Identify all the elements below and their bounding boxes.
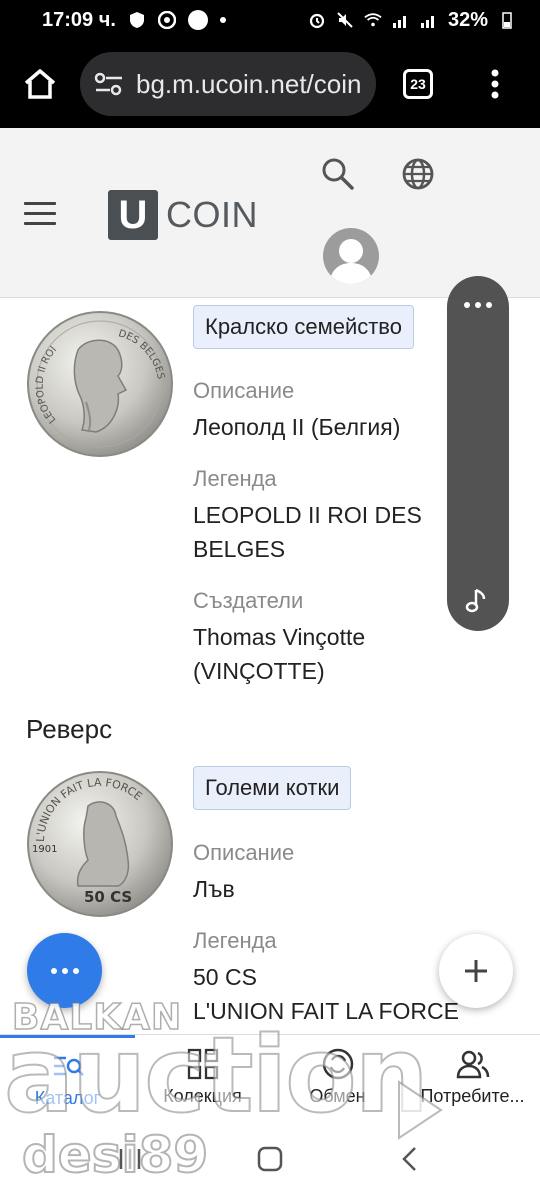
floating-side-panel[interactable] (447, 276, 509, 631)
site-header: U COIN (0, 128, 540, 298)
site-settings-icon[interactable] (94, 72, 124, 96)
watermark-user: desi89 (21, 1125, 209, 1185)
reverse-coin-image: L'UNION FAIT LA FORCE 1901 50 CS (27, 771, 173, 917)
reverse-coin-value: 50 CS (84, 888, 132, 906)
plus-icon (465, 960, 487, 982)
globe-icon[interactable] (398, 154, 438, 194)
obverse-description-value: Леополд II (Белгия) (193, 410, 400, 444)
browser-menu-button[interactable] (460, 40, 530, 128)
reverse-legend-label: Легенда (193, 928, 277, 953)
more-notifications-icon (219, 17, 226, 23)
obverse-legend-label: Легенда (193, 466, 277, 491)
more-vert-icon (491, 69, 499, 99)
alarm-icon (308, 11, 326, 29)
avatar[interactable] (323, 228, 379, 284)
menu-icon[interactable] (24, 202, 56, 226)
watermark-arrow-icon (398, 1080, 443, 1140)
reverse-tag[interactable]: Големи котки (193, 766, 352, 810)
obverse-tag[interactable]: Кралско семейство (193, 305, 414, 349)
users-icon (456, 1050, 489, 1079)
obverse-coin-image: LEOPOLD II ROI DES BELGES (27, 311, 173, 457)
wifi-icon (364, 11, 382, 29)
reverse-title: Реверс (26, 714, 113, 744)
browser-toolbar: bg.m.ucoin.net/coin 23 (0, 40, 540, 128)
reverse-coin-year: 1901 (32, 844, 57, 855)
signal-icon (392, 11, 410, 29)
shield-icon (128, 11, 146, 29)
address-bar[interactable]: bg.m.ucoin.net/coin (80, 52, 376, 116)
status-bar: 17:09 ч. 32% (0, 0, 540, 40)
ucoin-logo[interactable]: U COIN (108, 190, 258, 240)
obverse-creators-line2: (VINÇOTTE) (193, 658, 325, 684)
tab-count: 23 (403, 69, 433, 99)
url-text: bg.m.ucoin.net/coin (136, 68, 362, 99)
obverse-creators-label: Създатели (193, 588, 304, 613)
obverse-description-label: Описание (193, 378, 295, 403)
logo-box: U (108, 190, 158, 240)
mute-icon (336, 11, 354, 29)
signal-2-icon (420, 11, 438, 29)
status-time: 17:09 ч. (42, 8, 116, 31)
panel-more-icon[interactable] (447, 290, 509, 320)
home-button[interactable] (0, 40, 80, 128)
battery-icon (498, 11, 516, 29)
home-nav-icon[interactable] (255, 1144, 285, 1174)
battery-percent: 32% (447, 8, 488, 31)
logo-text: COIN (166, 194, 258, 235)
chrome-icon (157, 11, 176, 29)
add-button[interactable] (439, 934, 513, 1008)
search-icon[interactable] (318, 154, 358, 194)
reverse-description-label: Описание (193, 840, 295, 865)
home-icon (24, 69, 56, 99)
tab-switcher-button[interactable]: 23 (376, 40, 460, 128)
reverse-description-value: Лъв (193, 876, 235, 902)
reverse-legend-line1: 50 CS (193, 964, 257, 990)
back-icon[interactable] (395, 1144, 425, 1174)
obverse-description-text: Леополд II (Белгия) (193, 414, 401, 440)
music-note-icon[interactable] (464, 586, 492, 614)
obverse-legend-line2: BELGES (193, 536, 286, 562)
obverse-legend-line1: LEOPOLD II ROI DES (193, 502, 422, 528)
watermark-word: auction (3, 1013, 430, 1137)
notification-dot-icon (187, 10, 208, 30)
obverse-creators-line1: Thomas Vinçotte (193, 624, 366, 650)
